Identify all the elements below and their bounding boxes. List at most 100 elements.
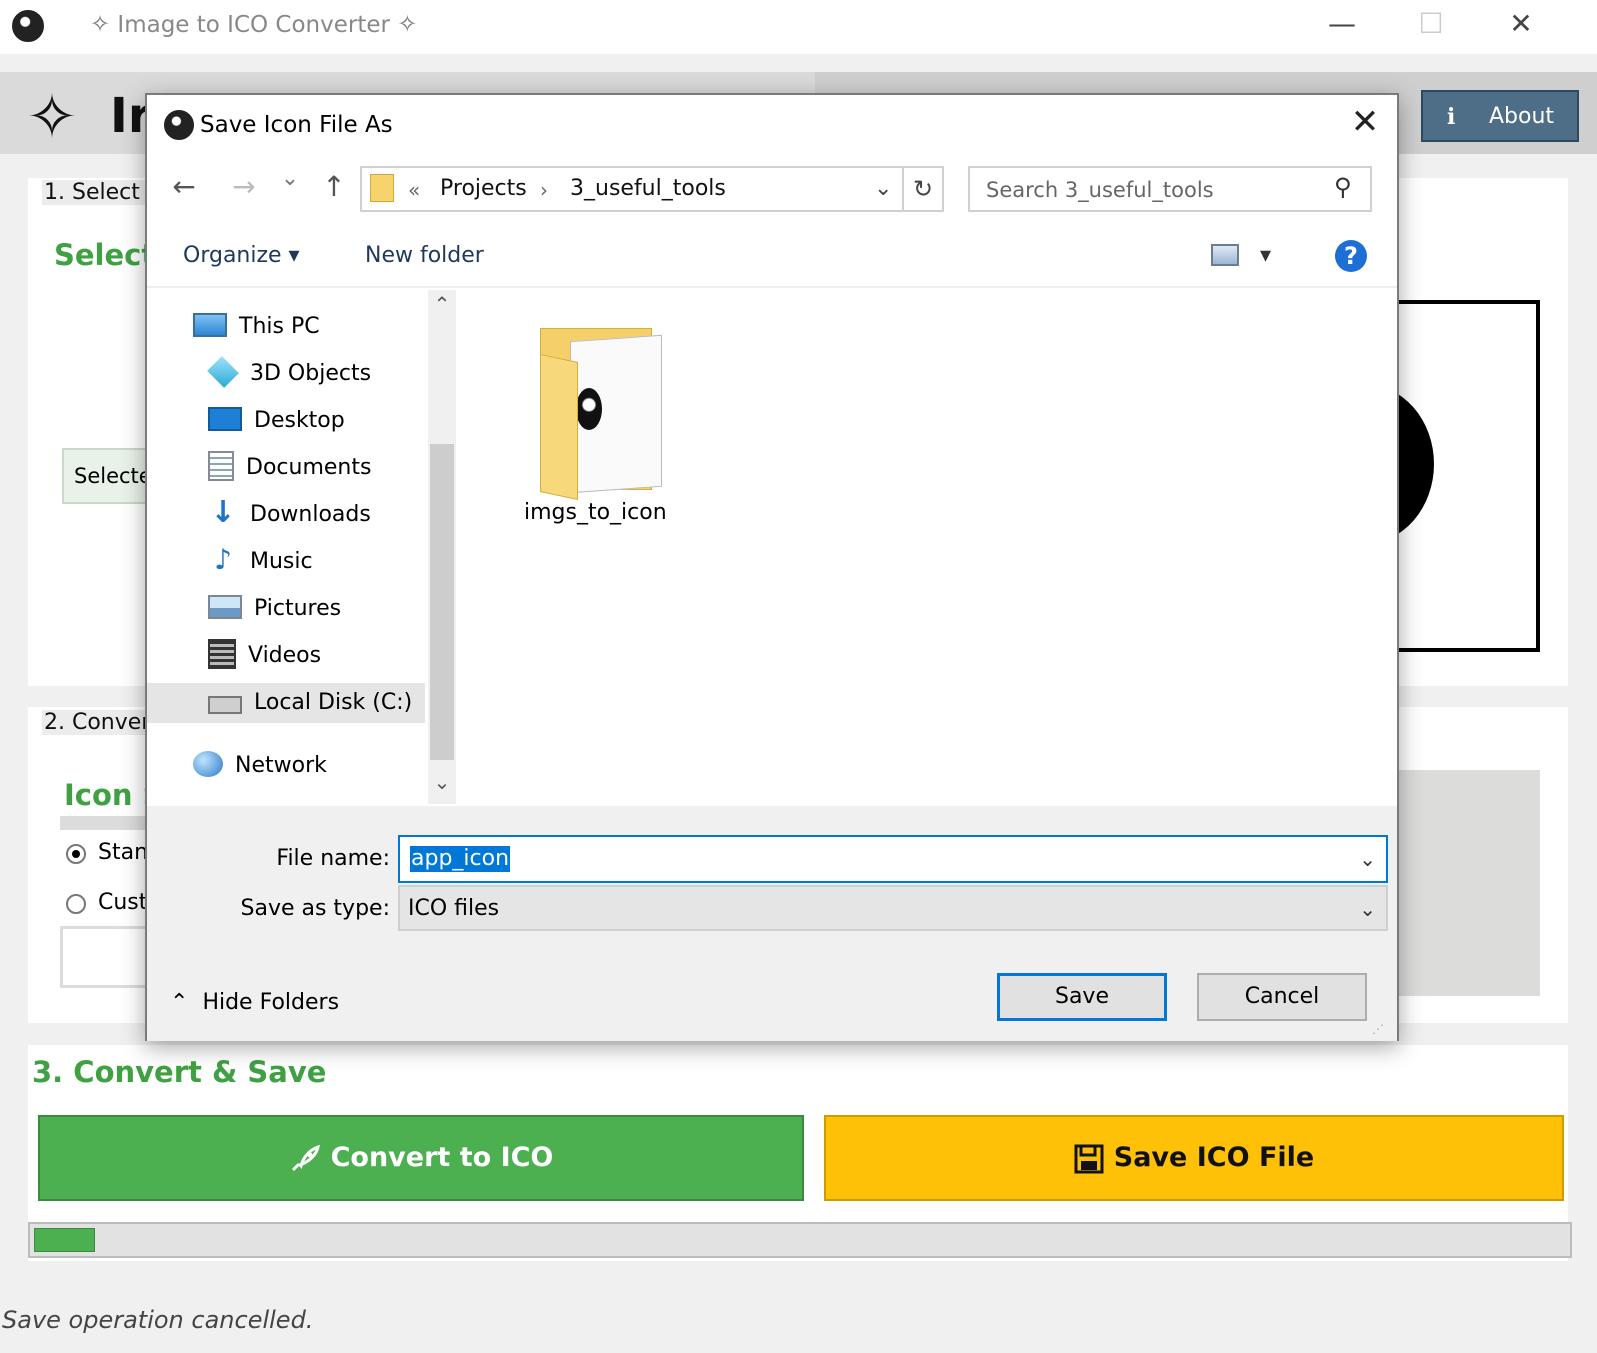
save-ico-file-button[interactable]: Save ICO File: [824, 1115, 1564, 1201]
maximize-button[interactable]: ☐: [1401, 4, 1461, 48]
nav-item-music[interactable]: ♪ Music: [208, 542, 313, 582]
sparkle-icon: ✧: [90, 10, 111, 38]
nav-item-network[interactable]: Network: [193, 746, 327, 786]
nav-item-downloads[interactable]: ↓ Downloads: [208, 495, 371, 535]
nav-item-documents[interactable]: Documents: [208, 448, 371, 488]
view-dropdown-icon[interactable]: ▾: [1260, 243, 1271, 268]
nav-label: Local Disk (C:): [254, 690, 413, 715]
downloads-icon: ↓: [210, 495, 236, 530]
floppy-disk-icon: [1074, 1144, 1104, 1173]
scrollbar-thumb[interactable]: [430, 444, 454, 760]
music-icon: ♪: [214, 543, 232, 576]
nav-label: 3D Objects: [250, 361, 372, 386]
nav-label: Music: [250, 549, 313, 574]
breadcrumb-projects[interactable]: Projects: [440, 176, 527, 201]
up-button[interactable]: ↑: [316, 170, 352, 203]
nav-item-pictures[interactable]: Pictures: [208, 589, 341, 629]
scroll-up-button[interactable]: ⌃: [430, 292, 454, 316]
nav-label: Network: [235, 753, 327, 778]
sparkle-icon: ✧: [397, 10, 418, 38]
dialog-close-button[interactable]: ✕: [1340, 100, 1390, 146]
panel1-label: 1. Select I: [42, 180, 156, 205]
scroll-down-button[interactable]: ⌄: [430, 770, 454, 794]
address-dropdown-icon[interactable]: ⌄: [874, 176, 892, 201]
radio-custom-label: Cust: [98, 890, 148, 915]
size-preview-area: [1380, 770, 1540, 996]
forward-button[interactable]: →: [226, 170, 262, 203]
dialog-title: Save Icon File As: [200, 112, 393, 138]
hide-folders-label: Hide Folders: [202, 990, 340, 1015]
save-ico-label: Save ICO File: [1113, 1142, 1315, 1173]
chevron-down-icon[interactable]: ⌄: [1359, 847, 1376, 871]
dialog-app-icon: [164, 110, 194, 140]
image-preview: [1380, 300, 1540, 652]
select-heading: Select: [54, 238, 156, 272]
nav-item-local-disk[interactable]: Local Disk (C:): [147, 683, 425, 723]
progress-bar: [28, 1222, 1572, 1258]
convert-label: Convert to ICO: [330, 1142, 554, 1173]
resize-grip-icon[interactable]: ⋰: [1372, 1022, 1384, 1036]
file-name-label: File name:: [276, 846, 390, 871]
radio-custom[interactable]: [66, 894, 86, 914]
folder-front-flap: [540, 353, 578, 501]
file-name-input[interactable]: app_icon ⌄: [398, 835, 1388, 883]
organize-menu[interactable]: Organize ▾: [183, 243, 300, 268]
this-pc-icon: [193, 313, 227, 337]
about-button[interactable]: i About: [1421, 90, 1579, 142]
folder-item-imgs-to-icon[interactable]: [530, 318, 680, 508]
search-icon: ⚲: [1334, 173, 1352, 201]
rocket-icon: [291, 1144, 320, 1171]
documents-icon: [208, 451, 234, 481]
3d-objects-icon: [207, 356, 239, 388]
convert-to-ico-button[interactable]: Convert to ICO: [38, 1115, 804, 1201]
recent-locations-button[interactable]: ⌄: [278, 166, 302, 191]
cancel-button[interactable]: Cancel: [1197, 973, 1367, 1021]
folder-name[interactable]: imgs_to_icon: [524, 500, 667, 525]
minimize-button[interactable]: —: [1312, 4, 1372, 48]
radio-standard[interactable]: [66, 844, 86, 864]
nav-item-3d-objects[interactable]: 3D Objects: [207, 354, 372, 394]
sparkle-logo-icon: ✧: [26, 80, 78, 153]
pictures-icon: [208, 595, 242, 619]
about-label: About: [1489, 104, 1555, 129]
help-icon[interactable]: ?: [1335, 240, 1367, 272]
videos-icon: [208, 639, 236, 669]
save-as-type-select[interactable]: ICO files ⌄: [398, 885, 1388, 931]
local-disk-icon: [208, 696, 242, 714]
nav-item-desktop[interactable]: Desktop: [208, 401, 345, 441]
nav-label: Pictures: [254, 596, 342, 621]
network-icon: [193, 751, 223, 777]
search-input[interactable]: Search 3_useful_tools: [968, 166, 1372, 212]
save-button[interactable]: Save: [997, 973, 1167, 1021]
desktop-icon: [208, 407, 242, 431]
hide-folders-button[interactable]: ⌃ Hide Folders: [170, 990, 339, 1015]
file-name-value: app_icon: [410, 846, 511, 872]
chevron-down-icon: ⌄: [1359, 897, 1376, 921]
new-folder-button[interactable]: New folder: [365, 243, 484, 268]
folder-preview-globe: [576, 388, 602, 430]
panel2-label: 2. Conver: [42, 710, 153, 735]
status-message: Save operation cancelled.: [2, 1306, 314, 1334]
app-logo-icon: [12, 10, 44, 42]
radio-standard-label: Stan: [98, 840, 149, 865]
window-close-button[interactable]: ✕: [1491, 4, 1551, 48]
breadcrumb-3-useful-tools[interactable]: 3_useful_tools: [570, 176, 726, 201]
refresh-button[interactable]: ↻: [904, 166, 944, 212]
nav-item-videos[interactable]: Videos: [208, 636, 321, 676]
breadcrumb-overflow[interactable]: «: [408, 178, 420, 202]
save-as-type-value: ICO files: [408, 896, 500, 921]
nav-label: Downloads: [250, 502, 371, 527]
chevron-up-icon: ⌃: [170, 990, 189, 1015]
convert-save-heading: 3. Convert & Save: [32, 1055, 327, 1089]
toolbar-divider: [147, 286, 1397, 288]
progress-fill: [34, 1228, 95, 1252]
breadcrumb-separator: ›: [540, 178, 548, 202]
nav-label: Documents: [246, 455, 372, 480]
nav-label: Desktop: [254, 408, 345, 433]
nav-label: This PC: [239, 314, 320, 339]
nav-item-this-pc[interactable]: This PC: [193, 307, 320, 347]
nav-label: Videos: [248, 643, 322, 668]
view-mode-icon[interactable]: [1211, 244, 1239, 266]
window-title-text: Image to ICO Converter: [117, 12, 390, 38]
back-button[interactable]: ←: [166, 170, 202, 203]
